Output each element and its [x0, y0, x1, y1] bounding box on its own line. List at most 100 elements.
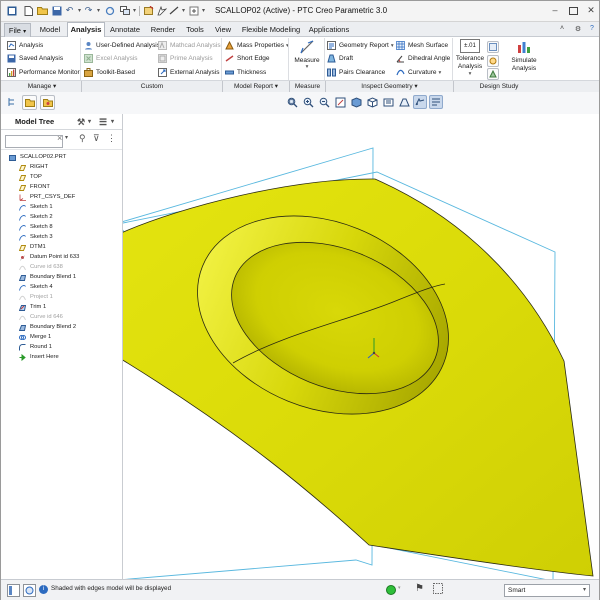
tree-item[interactable]: FRONT — [19, 182, 50, 192]
tree-item[interactable]: Sketch 4 — [19, 282, 53, 292]
tree-item[interactable]: Trim 1 — [19, 302, 46, 312]
minimize-icon[interactable]: – — [549, 4, 561, 16]
view-manager-icon[interactable] — [381, 95, 395, 109]
annotation-display-icon[interactable] — [429, 95, 443, 109]
measure-button[interactable]: Measure ▾ — [292, 39, 322, 70]
tree-item[interactable]: Curve id 646 — [19, 312, 63, 322]
group-manage[interactable]: Manage ▾ — [3, 82, 81, 92]
tree-item[interactable]: Merge 1 — [19, 332, 51, 342]
tree-search-input[interactable] — [5, 135, 63, 148]
selection-filter-dropdown[interactable]: Smart ▾ — [504, 584, 590, 597]
favorites-tab-icon[interactable] — [40, 95, 55, 110]
graphics-window[interactable] — [117, 114, 599, 582]
tab-view[interactable]: View — [211, 23, 235, 36]
toggle-navigator-icon[interactable] — [7, 584, 20, 597]
open-folder-icon[interactable] — [37, 5, 48, 16]
regen-status-icon[interactable] — [386, 585, 396, 595]
tab-flexible-modeling[interactable]: Flexible Modeling — [240, 23, 302, 36]
settings-icon[interactable]: ⚙ — [573, 23, 583, 34]
dihedral-angle-button[interactable]: Dihedral Angle — [396, 53, 450, 64]
help-icon[interactable]: ? — [587, 23, 597, 34]
tree-item[interactable]: Boundary Blend 1 — [19, 272, 76, 282]
browser-icon[interactable] — [23, 584, 36, 597]
mass-properties-button[interactable]: Mass Properties▾ — [225, 40, 289, 51]
tree-columns-icon[interactable]: ⋮ — [107, 133, 116, 144]
tree-item[interactable]: Project 1 — [19, 292, 53, 302]
model-view[interactable] — [117, 114, 599, 582]
optimization-icon[interactable] — [487, 68, 499, 80]
collapse-ribbon-icon[interactable]: ˄ — [557, 23, 567, 34]
tree-item[interactable]: Boundary Blend 2 — [19, 322, 76, 332]
tree-item[interactable]: DTM1 — [19, 242, 46, 252]
tree-item[interactable]: Sketch 1 — [19, 202, 53, 212]
close-icon[interactable]: ✕ — [585, 4, 597, 16]
select-icon[interactable] — [156, 5, 167, 16]
clear-search-icon[interactable]: × — [57, 133, 62, 143]
perspective-view-icon[interactable] — [397, 95, 411, 109]
redo-dropdown-icon[interactable]: ▾ — [93, 5, 104, 16]
tab-tools[interactable]: Tools — [182, 23, 208, 36]
customize-toolbar-icon[interactable]: ▾ — [198, 5, 209, 16]
thickness-button[interactable]: Thickness — [225, 67, 266, 78]
datum-display-filters-icon[interactable] — [413, 95, 427, 109]
tree-item[interactable]: Round 1 — [19, 342, 52, 352]
tab-annotate[interactable]: Annotate — [107, 23, 143, 36]
toolkit-based-button[interactable]: Toolkit-Based — [84, 67, 135, 78]
analysis-button[interactable]: Analysis — [7, 40, 43, 51]
regen-dropdown-icon[interactable]: ▾ — [398, 585, 404, 591]
feasibility-icon[interactable] — [487, 55, 499, 67]
chevron-down-icon[interactable]: ▾ — [88, 114, 91, 130]
chevron-down-icon[interactable]: ▾ — [111, 114, 114, 130]
prime-analysis-button[interactable]: Prime Analysis — [158, 53, 213, 64]
tab-model[interactable]: Model — [35, 23, 65, 36]
tree-item[interactable]: Sketch 8 — [19, 222, 53, 232]
excel-analysis-button[interactable]: Excel Analysis — [84, 53, 138, 64]
external-analysis-button[interactable]: External Analysis — [158, 67, 220, 78]
short-edge-button[interactable]: Short Edge — [225, 53, 270, 64]
tree-item[interactable]: Sketch 2 — [19, 212, 53, 222]
performance-monitor-button[interactable]: Performance Monitor — [7, 67, 80, 78]
tab-render[interactable]: Render — [148, 23, 178, 36]
sensitivity-analysis-icon[interactable] — [487, 41, 499, 53]
geometry-report-button[interactable]: Geometry Report ▾ — [327, 40, 394, 51]
tab-applications[interactable]: Applications — [306, 23, 352, 36]
model-tree-tab-icon[interactable] — [6, 96, 17, 107]
tree-item[interactable]: RIGHT — [19, 162, 48, 172]
user-defined-analysis-button[interactable]: User-Defined Analysis — [84, 40, 160, 51]
maximize-icon[interactable] — [567, 4, 579, 16]
saved-orientations-icon[interactable] — [365, 95, 379, 109]
mathcad-analysis-button[interactable]: Mathcad Analysis — [158, 40, 221, 51]
mesh-surface-button[interactable]: Mesh Surface — [396, 40, 448, 51]
tree-item[interactable]: Curve id 638 — [19, 262, 63, 272]
tab-analysis[interactable]: Analysis — [67, 22, 105, 38]
filter-icon[interactable]: ⊽ — [93, 133, 100, 144]
group-model-report[interactable]: Model Report ▾ — [223, 82, 289, 92]
find-model-icon[interactable]: ⚑ — [415, 583, 424, 594]
tolerance-analysis-button[interactable]: ±.01 Tolerance Analysis ▾ — [455, 39, 485, 77]
tree-item[interactable]: PRT_CSYS_DEF — [19, 192, 75, 202]
chevron-down-icon[interactable]: ▾ — [65, 134, 68, 141]
folder-browser-tab-icon[interactable] — [22, 95, 37, 110]
refit-icon[interactable] — [285, 95, 299, 109]
saved-analysis-button[interactable]: Saved Analysis — [7, 53, 63, 64]
zoom-out-icon[interactable] — [317, 95, 331, 109]
new-file-icon[interactable] — [23, 5, 34, 16]
draft-button[interactable]: Draft — [327, 53, 353, 64]
simulate-analysis-button[interactable]: Simulate Analysis — [510, 39, 538, 73]
tab-file[interactable]: File ▾ — [4, 23, 31, 37]
show-menu-icon[interactable]: ☰ — [99, 114, 107, 130]
curvature-button[interactable]: Curvature ▾ — [396, 67, 441, 78]
tree-item[interactable]: Sketch 3 — [19, 232, 53, 242]
pairs-clearance-button[interactable]: Pairs Clearance — [327, 67, 385, 78]
tree-item[interactable]: TOP — [19, 172, 42, 182]
tree-item[interactable]: Insert Here — [19, 352, 59, 362]
regenerate-icon[interactable] — [104, 5, 115, 16]
zoom-in-icon[interactable] — [301, 95, 315, 109]
repaint-icon[interactable] — [333, 95, 347, 109]
display-style-icon[interactable] — [349, 95, 363, 109]
find-icon[interactable]: ⚲ — [79, 133, 86, 144]
tree-item[interactable]: Datum Point id 633 — [19, 252, 79, 262]
tree-settings-icon[interactable]: ⚒ — [77, 114, 85, 130]
select-box-icon[interactable] — [433, 583, 443, 594]
tree-item[interactable]: SCALLOP02.PRT — [9, 152, 66, 162]
